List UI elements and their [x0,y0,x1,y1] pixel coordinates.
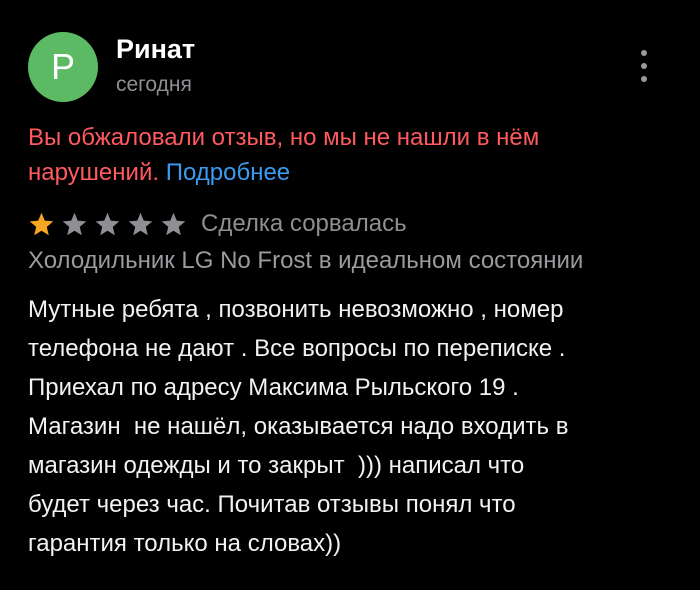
deal-status: Сделка сорвалась [201,210,407,237]
review-header: Р Ринат сегодня [28,32,678,102]
more-link[interactable]: Подробнее [166,159,290,186]
star-empty-icon [95,212,120,235]
review-text: Мутные ребята , позвонить невозможно , н… [28,296,569,557]
moderation-notice: Вы обжаловали отзыв, но мы не нашли в нё… [28,120,668,190]
star-rating [28,211,193,238]
avatar[interactable]: Р [28,32,98,102]
review-card: Р Ринат сегодня Вы обжаловали отзыв, но … [0,0,700,590]
star-filled-icon [29,212,54,235]
more-vertical-icon[interactable] [632,50,656,82]
menu-dot [641,76,647,82]
menu-dot [641,63,647,69]
menu-dot [641,50,647,56]
rating-row: Сделка сорвалась [28,207,407,241]
product-title[interactable]: Холодильник LG No Frost в идеальном сост… [28,247,583,275]
star-empty-icon [128,212,153,235]
star-empty-icon [161,212,186,235]
star-empty-icon [62,212,87,235]
review-date: сегодня [116,73,192,96]
author-name[interactable]: Ринат [116,34,195,65]
